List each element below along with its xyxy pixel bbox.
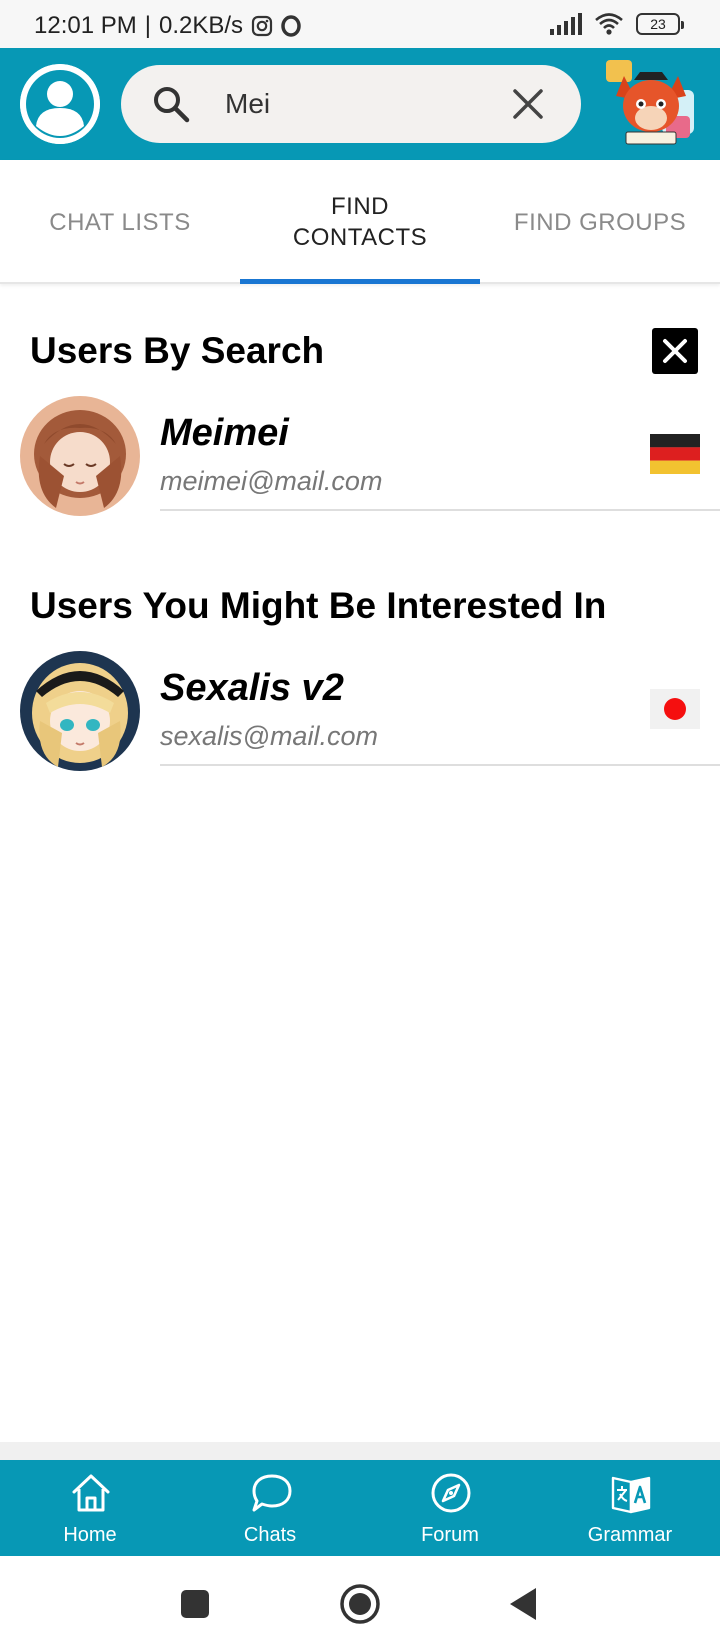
network-speed: 0.2KB/s <box>158 12 244 39</box>
nav-chats[interactable]: Chats <box>180 1460 360 1556</box>
tab-bar: CHAT LISTS FIND CONTACTS FIND GROUPS <box>0 160 720 284</box>
nav-label: Home <box>63 1524 117 1546</box>
profile-avatar-button[interactable] <box>20 64 100 144</box>
recent-apps-icon[interactable] <box>173 1582 217 1626</box>
clear-search-icon[interactable] <box>511 87 545 121</box>
fox-translate-logo[interactable] <box>604 56 698 152</box>
user-avatar <box>20 651 140 771</box>
back-button-icon[interactable] <box>502 1582 546 1626</box>
tab-find-groups[interactable]: FIND GROUPS <box>480 160 720 284</box>
nav-label: Chats <box>243 1524 297 1546</box>
bottom-nav-shadow <box>0 1442 720 1460</box>
row-divider <box>160 764 720 766</box>
instagram-icon <box>251 15 273 37</box>
home-button-icon[interactable] <box>338 1582 382 1626</box>
status-time: 12:01 PM <box>34 12 137 39</box>
opera-icon <box>281 15 301 37</box>
search-result-user-row[interactable]: Meimei meimei@mail.com <box>0 396 720 520</box>
chat-bubble-icon <box>252 1474 292 1512</box>
germany-flag-icon <box>650 434 700 474</box>
tab-label: FIND CONTACTS <box>292 193 428 251</box>
search-input[interactable] <box>225 83 505 125</box>
user-avatar-icon <box>20 64 100 144</box>
user-name: Sexalis v2 <box>160 667 344 709</box>
app-header <box>0 48 720 160</box>
translate-icon <box>611 1476 651 1514</box>
battery-icon: 23 <box>636 13 684 35</box>
nav-label: Forum <box>421 1524 479 1546</box>
battery-level: 23 <box>650 16 666 32</box>
compass-icon <box>431 1473 471 1513</box>
nav-grammar[interactable]: Grammar <box>540 1460 720 1556</box>
close-search-results-button[interactable] <box>652 328 698 374</box>
row-divider <box>160 509 720 511</box>
bottom-nav: Home Chats Forum Grammar <box>0 1460 720 1556</box>
active-tab-indicator <box>240 279 480 284</box>
nav-forum[interactable]: Forum <box>360 1460 540 1556</box>
status-bar: 12:01 PM | 0.2KB/s 23 <box>0 0 720 48</box>
status-right: 23 <box>550 12 684 36</box>
search-box[interactable] <box>121 65 581 143</box>
wifi-icon <box>595 13 623 35</box>
user-avatar <box>20 396 140 516</box>
search-results-title: Users By Search <box>30 330 325 371</box>
tab-label: FIND GROUPS <box>513 208 687 236</box>
user-email: meimei@mail.com <box>160 466 383 496</box>
nav-label: Grammar <box>587 1524 673 1546</box>
anime-girl-blonde-hair-avatar <box>20 651 140 771</box>
tab-label: CHAT LISTS <box>49 208 191 236</box>
home-icon <box>72 1474 110 1512</box>
suggestions-title: Users You Might Be Interested In <box>30 585 607 626</box>
user-email: sexalis@mail.com <box>160 721 378 751</box>
japan-flag-icon <box>650 689 700 729</box>
search-icon[interactable] <box>151 84 191 124</box>
tab-chat-lists[interactable]: CHAT LISTS <box>0 160 240 284</box>
status-separator: | <box>144 12 151 39</box>
suggested-user-row[interactable]: Sexalis v2 sexalis@mail.com <box>0 651 720 775</box>
status-left: 12:01 PM | 0.2KB/s <box>34 12 301 40</box>
nav-home[interactable]: Home <box>0 1460 180 1556</box>
system-nav-bar <box>0 1556 720 1650</box>
tab-find-contacts[interactable]: FIND CONTACTS <box>240 160 480 284</box>
anime-girl-brown-hair-avatar <box>20 396 140 516</box>
close-icon <box>663 339 687 363</box>
user-name: Meimei <box>160 412 289 454</box>
signal-icon <box>550 13 582 35</box>
